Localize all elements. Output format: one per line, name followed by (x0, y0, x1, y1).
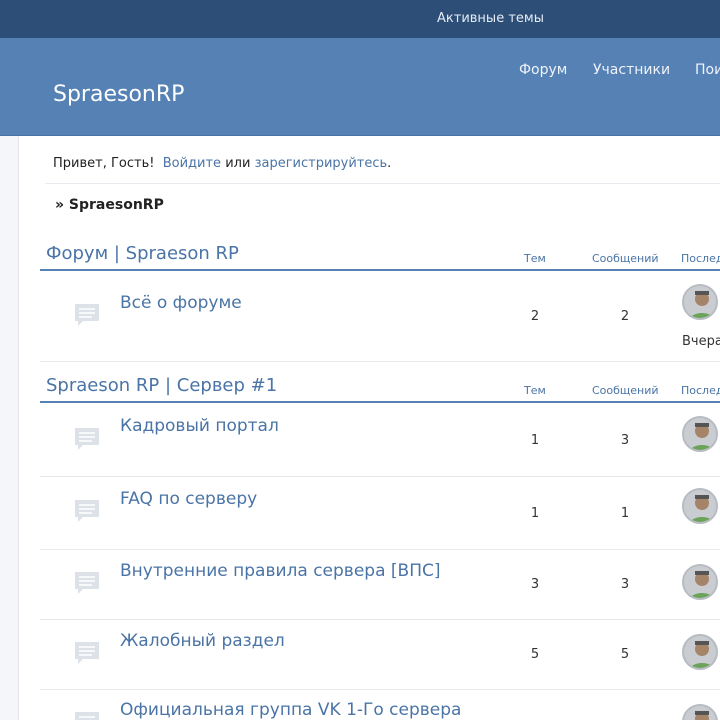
greeting-or: или (225, 156, 251, 171)
topic-count: 2 (530, 309, 540, 324)
site-logo[interactable]: SpraesonRP (53, 82, 184, 107)
post-count: 1 (620, 506, 630, 521)
chat-bubble-icon (75, 428, 99, 450)
forum-row[interactable]: Всё о форуме 2 2 Вчера (40, 273, 720, 362)
nav-search[interactable]: Поиск (695, 62, 720, 78)
register-link[interactable]: зарегистрируйтесь (255, 156, 388, 171)
topic-count: 3 (530, 577, 540, 592)
forum-title[interactable]: Официальная группа VK 1-Го сервера (120, 700, 461, 720)
col-last: Последнее (681, 252, 720, 265)
forum-row[interactable]: Жалобный раздел 5 5 (40, 620, 720, 690)
forum-row[interactable]: Кадровый портал 1 3 (40, 405, 720, 477)
user-avatar[interactable] (682, 634, 718, 670)
post-count: 5 (620, 647, 630, 662)
nav-forum[interactable]: Форум (519, 62, 567, 78)
category-title[interactable]: Spraeson RP | Сервер #1 (46, 375, 277, 396)
col-last: Последнее (681, 384, 720, 397)
category-title[interactable]: Форум | Spraeson RP (46, 243, 239, 264)
user-avatar[interactable] (682, 488, 718, 524)
user-avatar[interactable] (682, 284, 718, 320)
chat-bubble-icon (75, 642, 99, 664)
post-count: 3 (620, 433, 630, 448)
chat-bubble-icon (75, 712, 99, 720)
guest-greeting: Привет, Гость! Войдите или зарегистрируй… (53, 156, 391, 171)
chat-bubble-icon (75, 572, 99, 594)
forum-row[interactable]: Внутренние правила сервера [ВПС] 3 3 (40, 550, 720, 620)
left-gutter (0, 136, 19, 720)
post-count: 2 (620, 309, 630, 324)
forum-title[interactable]: Жалобный раздел (120, 631, 285, 651)
post-count: 3 (620, 577, 630, 592)
nav-members[interactable]: Участники (593, 62, 670, 78)
greeting-text: Привет, Гость! (53, 156, 155, 171)
divider (45, 183, 720, 184)
col-topics: Тем (524, 252, 546, 265)
breadcrumb-arrow: » (55, 197, 65, 213)
forum-title[interactable]: FAQ по серверу (120, 489, 257, 509)
top-bar: Активные темы (0, 0, 720, 38)
topic-count: 1 (530, 433, 540, 448)
category-header: Форум | Spraeson RP Тем Сообщений Послед… (40, 237, 720, 271)
login-link[interactable]: Войдите (163, 156, 221, 171)
forum-title[interactable]: Всё о форуме (120, 293, 242, 313)
chat-bubble-icon (75, 500, 99, 522)
chat-bubble-icon (75, 304, 99, 326)
user-avatar[interactable] (682, 704, 718, 720)
user-avatar[interactable] (682, 564, 718, 600)
last-post-time: Вчера (682, 334, 720, 349)
site-header: SpraesonRP Форум Участники Поиск (0, 38, 720, 136)
col-topics: Тем (524, 384, 546, 397)
active-topics-link[interactable]: Активные темы (437, 11, 544, 26)
greeting-period: . (387, 156, 392, 171)
forum-row[interactable]: FAQ по серверу 1 1 (40, 477, 720, 550)
col-posts: Сообщений (592, 384, 659, 397)
category-header: Spraeson RP | Сервер #1 Тем Сообщений По… (40, 369, 720, 403)
breadcrumb-home[interactable]: SpraesonRP (69, 197, 164, 213)
topic-count: 1 (530, 506, 540, 521)
forum-title[interactable]: Кадровый портал (120, 416, 279, 436)
user-avatar[interactable] (682, 416, 718, 452)
forum-row[interactable]: Официальная группа VK 1-Го сервера (40, 690, 720, 720)
forum-title[interactable]: Внутренние правила сервера [ВПС] (120, 561, 440, 581)
col-posts: Сообщений (592, 252, 659, 265)
breadcrumb: » SpraesonRP (55, 197, 164, 213)
topic-count: 5 (530, 647, 540, 662)
